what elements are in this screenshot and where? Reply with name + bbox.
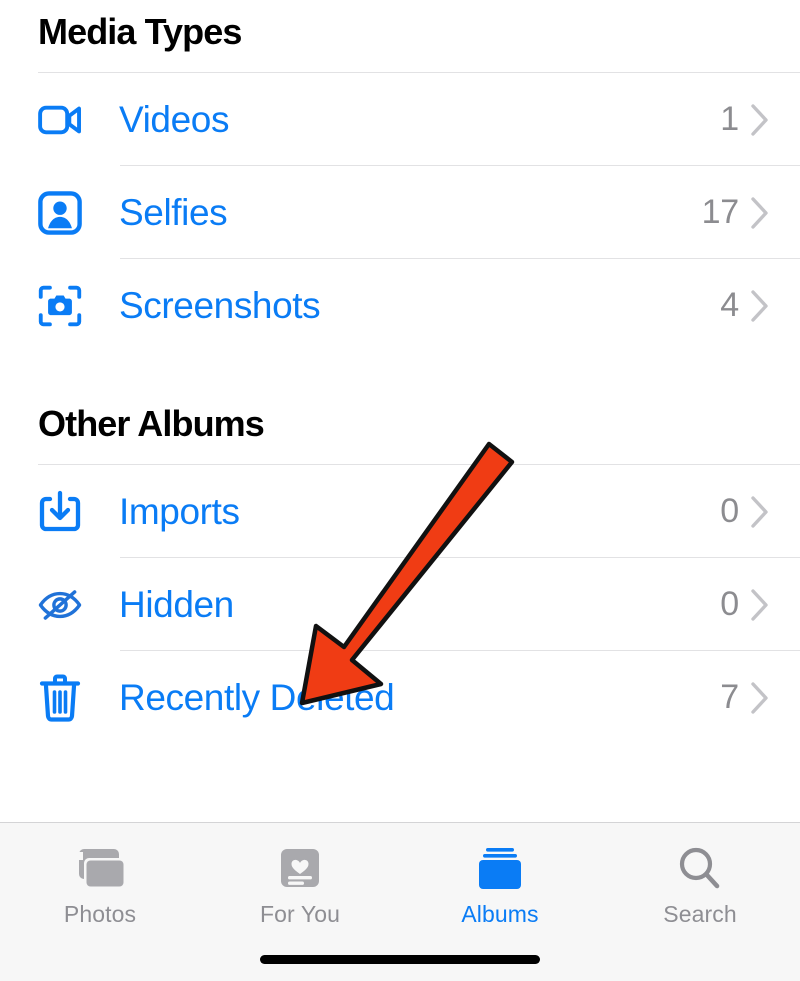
album-count: 4 (720, 286, 750, 325)
section-gap (0, 352, 800, 406)
chevron-right-icon (750, 196, 800, 230)
album-row-hidden[interactable]: Hidden 0 (0, 558, 800, 651)
tab-label: Search (663, 901, 736, 928)
tab-for-you[interactable]: For You (200, 823, 400, 928)
section-other-albums: Other Albums Imports 0 (0, 406, 800, 744)
trash-icon (0, 674, 82, 722)
album-count: 0 (720, 585, 750, 624)
album-count: 7 (720, 678, 750, 717)
eye-slash-icon (0, 585, 82, 625)
album-count: 1 (720, 100, 750, 139)
section-media-types: Media Types Videos 1 (0, 0, 800, 352)
for-you-card-icon (276, 846, 324, 892)
tab-label: Albums (461, 901, 538, 928)
album-label: Recently Deleted (82, 677, 720, 719)
album-row-recently-deleted[interactable]: Recently Deleted 7 (0, 651, 800, 744)
section-title-media-types: Media Types (0, 14, 800, 50)
chevron-right-icon (750, 103, 800, 137)
album-row-videos[interactable]: Videos 1 (0, 73, 800, 166)
album-label: Videos (82, 99, 720, 141)
album-count: 0 (720, 492, 750, 531)
tab-bar: Photos For You Albums (0, 822, 800, 981)
magnifier-icon (676, 846, 724, 892)
import-tray-icon (0, 489, 82, 535)
person-portrait-icon (0, 190, 82, 236)
album-row-screenshots[interactable]: Screenshots 4 (0, 259, 800, 352)
tab-label: For You (260, 901, 340, 928)
home-indicator (260, 955, 540, 964)
chevron-right-icon (750, 289, 800, 323)
chevron-right-icon (750, 681, 800, 715)
album-label: Selfies (82, 192, 702, 234)
tab-albums[interactable]: Albums (400, 823, 600, 928)
tab-search[interactable]: Search (600, 823, 800, 928)
chevron-right-icon (750, 495, 800, 529)
tab-label: Photos (64, 901, 136, 928)
screenshot-camera-icon (0, 283, 82, 329)
albums-list: Media Types Videos 1 (0, 0, 800, 822)
tab-photos[interactable]: Photos (0, 823, 200, 928)
album-count: 17 (702, 193, 750, 232)
album-row-imports[interactable]: Imports 0 (0, 465, 800, 558)
chevron-right-icon (750, 588, 800, 622)
album-label: Screenshots (82, 285, 720, 327)
album-label: Imports (82, 491, 720, 533)
photos-stack-icon (71, 846, 129, 892)
photos-albums-screen: Media Types Videos 1 (0, 0, 800, 981)
video-camera-icon (0, 100, 82, 140)
albums-folder-icon (472, 846, 528, 892)
album-row-selfies[interactable]: Selfies 17 (0, 166, 800, 259)
album-label: Hidden (82, 584, 720, 626)
section-title-other-albums: Other Albums (0, 406, 800, 442)
